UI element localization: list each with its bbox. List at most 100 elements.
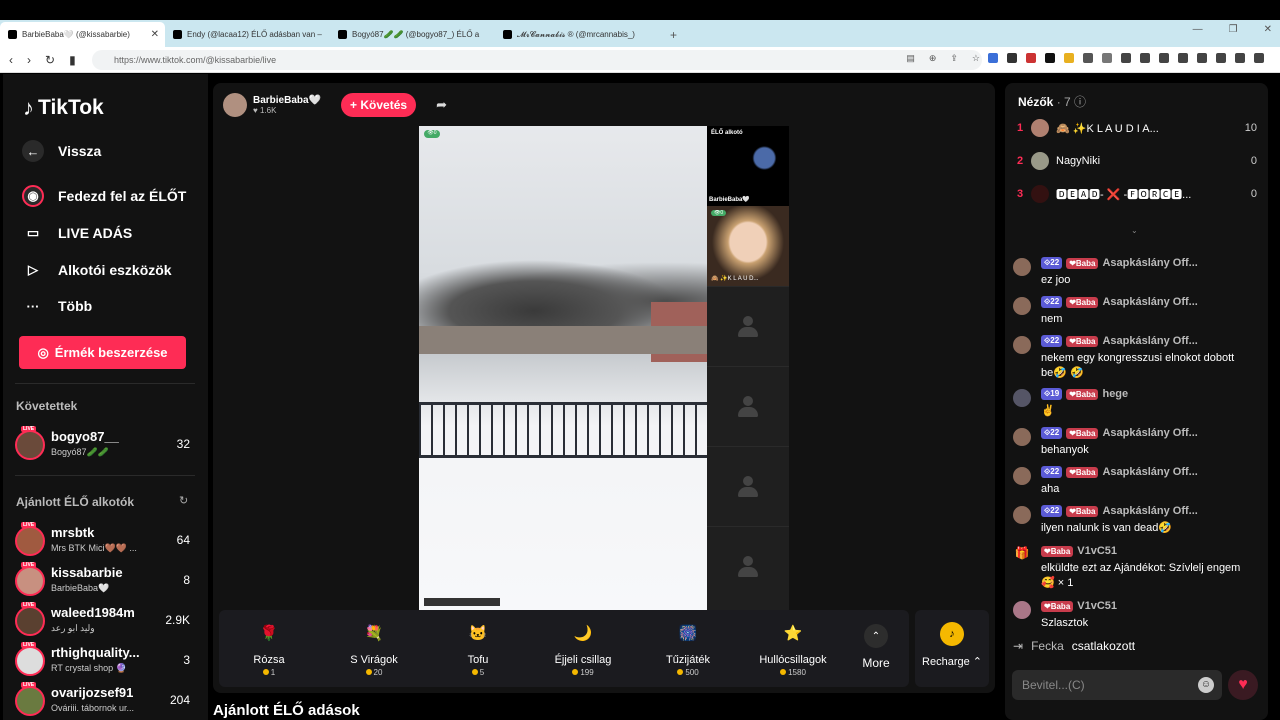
- sidebar-icon[interactable]: [1159, 53, 1169, 63]
- recharge-button[interactable]: ♪ Recharge ⌃: [915, 610, 989, 687]
- close-tab-icon[interactable]: ✕: [151, 29, 159, 40]
- chat-username[interactable]: hege: [1102, 388, 1128, 400]
- host-info: BarbieBaba🤍 ♥ 1.6K + Követés ➦: [223, 93, 447, 117]
- ai-icon[interactable]: [1216, 53, 1226, 63]
- tiktok-favicon-icon: [173, 30, 182, 39]
- tab-3[interactable]: 𝓜𝓻𝓒𝓪𝓷𝓷𝓪𝓫𝓲𝓼 ® (@mrcannabis_): [495, 22, 660, 47]
- gift-icon: 🎁: [1014, 546, 1030, 560]
- screenshot-icon[interactable]: [1197, 53, 1207, 63]
- extension-icon[interactable]: [1102, 53, 1112, 63]
- gift-tofu[interactable]: 🐱 Tofu 5: [433, 618, 523, 677]
- chat-input[interactable]: Bevitel...(C) ☺: [1012, 670, 1222, 700]
- gift-rose[interactable]: 🌹 Rózsa 1: [224, 618, 314, 677]
- recommended-account[interactable]: LIVE waleed1984m وليد ابو رعد 2.9K: [15, 602, 195, 639]
- chat-username[interactable]: Asapkáslány Off...: [1102, 505, 1197, 517]
- refresh-icon[interactable]: ↻: [179, 494, 188, 507]
- like-heart-button[interactable]: ♥: [1228, 670, 1258, 700]
- recommended-account[interactable]: LIVE mrsbtk Mrs BTK Mici🤎🤎 ... 64: [15, 522, 195, 559]
- nav-creator-tools[interactable]: ▷ Alkotói eszközök: [22, 259, 172, 281]
- share-icon[interactable]: ➦: [436, 97, 447, 113]
- star-icon[interactable]: ☆: [972, 53, 980, 64]
- chat-text: ez joo: [1041, 274, 1071, 286]
- account-name: mrsbtk: [51, 525, 95, 540]
- chat-username[interactable]: Asapkáslány Off...: [1102, 257, 1197, 269]
- extension-icon[interactable]: [1045, 53, 1055, 63]
- close-window-icon[interactable]: ✕: [1264, 24, 1272, 35]
- tab-0[interactable]: BarbieBaba🤍 (@kissabarbie) ✕: [0, 22, 165, 47]
- back-link[interactable]: ← Vissza: [22, 140, 101, 162]
- viewer-row[interactable]: 1 🙈 ✨K L A U D I A... 10: [1017, 117, 1257, 139]
- recommended-account[interactable]: LIVE ovarijozsef91 Ováriii. táborn​ok ur..…: [15, 682, 195, 719]
- nav-explore-live[interactable]: ◉ Fedezd fel az ÉLŐT: [22, 185, 186, 207]
- avatar: [1013, 336, 1031, 354]
- live-badge: LIVE: [21, 426, 37, 432]
- tab-2[interactable]: Bogyó87🥒🥒 (@bogyo87_) ÉLŐ a: [330, 22, 495, 47]
- chat-username[interactable]: Asapkáslány Off...: [1102, 466, 1197, 478]
- gift-flowers[interactable]: 💐 S Virágok 20: [329, 618, 419, 677]
- host-name[interactable]: BarbieBaba🤍: [253, 95, 321, 106]
- extension-icon[interactable]: [1007, 53, 1017, 63]
- empty-guest-slot[interactable]: [707, 286, 789, 366]
- url-field[interactable]: https://www.tiktok.com/@kissabarbie/live: [92, 50, 982, 70]
- zoom-icon[interactable]: ⊕: [929, 53, 937, 64]
- music-icon[interactable]: [1140, 53, 1150, 63]
- account-nickname: Ováriii. táborn​ok ur...: [51, 703, 135, 713]
- join-username[interactable]: Fecka: [1031, 639, 1064, 653]
- chat-username[interactable]: Asapkáslány Off...: [1102, 335, 1197, 347]
- reader-icon[interactable]: ▤: [906, 53, 915, 64]
- recommended-account[interactable]: LIVE kissabarbie BarbieBaba🤍 8: [15, 562, 195, 599]
- download-icon[interactable]: [1121, 53, 1131, 63]
- following-account[interactable]: LIVE bogyo87__ Bogyó87🥒🥒 32: [15, 426, 195, 463]
- back-arrow-icon[interactable]: ‹: [9, 53, 13, 67]
- restore-icon[interactable]: ❐: [1229, 24, 1238, 35]
- minimize-icon[interactable]: —: [1193, 24, 1203, 35]
- extension-icon[interactable]: [988, 53, 998, 63]
- live-video[interactable]: 👁0: [419, 126, 707, 610]
- more-gifts-button[interactable]: ⌃ More: [847, 624, 905, 670]
- viewer-row[interactable]: 2 NagyNiki 0: [1017, 150, 1257, 172]
- tab-1[interactable]: Endy (@lacaa12) ÉLŐ adásban van –: [165, 22, 330, 47]
- nav-more[interactable]: ··· Több: [22, 295, 93, 317]
- level-badge: ⟐22: [1041, 296, 1063, 308]
- follow-button[interactable]: + Követés: [341, 93, 417, 117]
- gift-name: Hullócsillagok: [759, 654, 827, 666]
- chat-username[interactable]: V1vC51: [1077, 600, 1117, 612]
- extension-icon[interactable]: [1064, 53, 1074, 63]
- shooting-star-icon: ⭐: [783, 625, 803, 642]
- chevron-down-icon[interactable]: ⌄: [1131, 226, 1138, 235]
- empty-guest-slot[interactable]: [707, 446, 789, 526]
- tiktok-logo[interactable]: ♪ TikTok: [23, 95, 104, 121]
- get-coins-button[interactable]: ◎ Érmék beszerzése: [19, 336, 186, 369]
- forward-arrow-icon[interactable]: ›: [27, 53, 31, 67]
- bookmark-icon[interactable]: ▮: [69, 53, 76, 67]
- new-tab-button[interactable]: +: [660, 22, 687, 47]
- puzzle-icon[interactable]: [1083, 53, 1093, 63]
- share-icon[interactable]: ⇪: [950, 53, 958, 64]
- nav-go-live[interactable]: ▭ LIVE ADÁS: [22, 222, 132, 244]
- wallet-icon[interactable]: [1178, 53, 1188, 63]
- info-icon[interactable]: ⓘ: [1074, 95, 1086, 109]
- recommended-account[interactable]: LIVE rthighquality... RT crystal shop 🔮 3: [15, 642, 195, 679]
- video-wall: [419, 326, 707, 354]
- viewer-count: 8: [183, 573, 190, 587]
- chat-username[interactable]: V1vC51: [1077, 545, 1117, 557]
- guest-host-tile[interactable]: ÉLŐ alkotó BarbieBaba🤍: [707, 126, 789, 206]
- viewer-row[interactable]: 3 🅳🅴🅰🅳- ❌ -🅵🅾🆁🅲🅴... 0: [1017, 183, 1257, 205]
- menu-icon[interactable]: [1254, 53, 1264, 63]
- emoji-icon[interactable]: ☺: [1198, 677, 1214, 693]
- extension-icon[interactable]: [1026, 53, 1036, 63]
- chat-username[interactable]: Asapkáslány Off...: [1102, 296, 1197, 308]
- chat-text: nekem egy kongresszusi elnokot dobott be…: [1041, 352, 1235, 379]
- reload-icon[interactable]: ↻: [45, 53, 55, 67]
- fireworks-icon: 🎆: [678, 625, 698, 642]
- fan-badge: ❤Baba: [1041, 600, 1074, 612]
- guest-tile[interactable]: 👁0 🙈 ✨K L A U D...: [707, 206, 789, 286]
- gift-fireworks[interactable]: 🎆 Tűzijáték 500: [643, 618, 733, 677]
- empty-guest-slot[interactable]: [707, 366, 789, 446]
- gift-night-star[interactable]: 🌙 Éjjeli csillag 199: [538, 618, 628, 677]
- host-avatar[interactable]: [223, 93, 247, 117]
- empty-guest-slot[interactable]: [707, 526, 789, 606]
- shield-icon[interactable]: [1235, 53, 1245, 63]
- chat-username[interactable]: Asapkáslány Off...: [1102, 427, 1197, 439]
- gift-shooting-stars[interactable]: ⭐ Hullócsillagok 1580: [748, 618, 838, 677]
